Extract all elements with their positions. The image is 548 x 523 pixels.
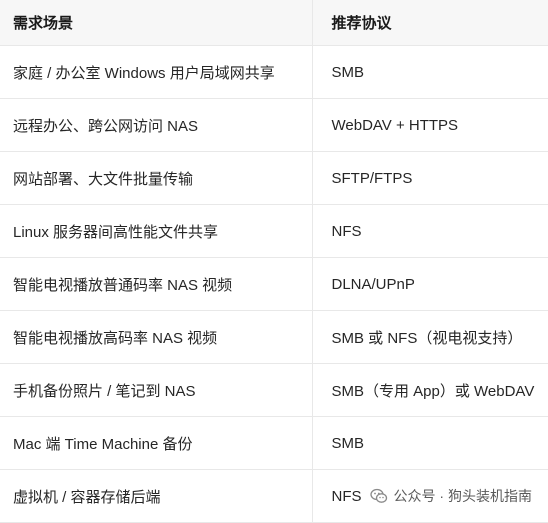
scenario-cell: Linux 服务器间高性能文件共享 [0,204,313,258]
protocol-cell: DLNA/UPnP [312,257,548,311]
scenario-cell: 智能电视播放普通码率 NAS 视频 [0,257,313,311]
protocol-cell: SMB [312,416,548,470]
protocol-cell: SFTP/FTPS [312,151,548,205]
table-row: 家庭 / 办公室 Windows 用户局域网共享 SMB [0,45,548,99]
table-row: Linux 服务器间高性能文件共享 NFS [0,204,548,258]
table-row: 手机备份照片 / 笔记到 NAS SMB（专用 App）或 WebDAV [0,363,548,417]
protocol-cell: SMB 或 NFS（视电视支持） [312,310,548,364]
protocol-cell: WebDAV + HTTPS [312,98,548,152]
scenario-cell: 智能电视播放高码率 NAS 视频 [0,310,313,364]
protocol-cell: SMB（专用 App）或 WebDAV [312,363,548,417]
wechat-icon [369,487,388,505]
scenario-cell: 手机备份照片 / 笔记到 NAS [0,363,313,417]
scenario-cell: 网站部署、大文件批量传输 [0,151,313,205]
protocol-cell: SMB [312,45,548,99]
table-row: 智能电视播放普通码率 NAS 视频 DLNA/UPnP [0,257,548,311]
protocol-cell: NFS [312,204,548,258]
scenario-cell: 家庭 / 办公室 Windows 用户局域网共享 [0,45,313,99]
header-scenario: 需求场景 [0,0,313,46]
table-row: 智能电视播放高码率 NAS 视频 SMB 或 NFS（视电视支持） [0,310,548,364]
protocol-table: 需求场景 推荐协议 家庭 / 办公室 Windows 用户局域网共享 SMB 远… [0,0,548,523]
table-row: 网站部署、大文件批量传输 SFTP/FTPS [0,151,548,205]
table-header-row: 需求场景 推荐协议 [0,0,548,46]
watermark: 公众号 · 狗头装机指南 [367,486,532,506]
watermark-text: 公众号 · 狗头装机指南 [393,488,532,504]
scenario-cell: 虚拟机 / 容器存储后端 [0,469,313,523]
table-row: Mac 端 Time Machine 备份 SMB [0,416,548,470]
scenario-cell: Mac 端 Time Machine 备份 [0,416,313,470]
header-protocol: 推荐协议 [312,0,548,46]
table-row: 远程办公、跨公网访问 NAS WebDAV + HTTPS [0,98,548,152]
scenario-cell: 远程办公、跨公网访问 NAS [0,98,313,152]
